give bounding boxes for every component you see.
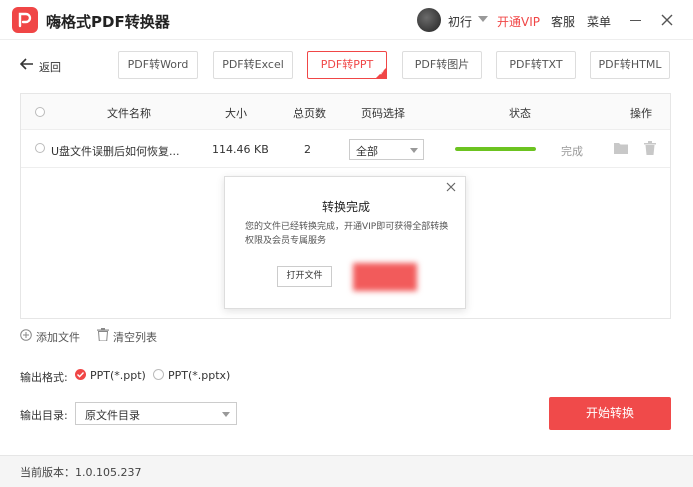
format-pptx-radio[interactable] xyxy=(153,369,164,380)
folder-icon[interactable] xyxy=(614,142,628,154)
clear-list-button[interactable]: 清空列表 xyxy=(113,329,157,345)
column-header-size: 大小 xyxy=(225,107,247,120)
format-ppt-label[interactable]: PPT(*.ppt) xyxy=(90,369,146,382)
open-vip-link[interactable]: 开通VIP xyxy=(497,13,540,30)
status-bar: 当前版本：1.0.105.237 xyxy=(0,455,693,487)
dialog-title: 转换完成 xyxy=(321,200,370,214)
check-icon xyxy=(77,372,85,378)
tab-pdf-to-word[interactable]: PDF转Word xyxy=(118,51,198,79)
trash-icon[interactable] xyxy=(644,141,656,155)
title-bar: 嗨格式PDF转换器 初行 开通VIP 客服 菜单 xyxy=(0,0,693,40)
column-header-pages: 总页数 xyxy=(293,107,326,120)
status-text: 完成 xyxy=(561,145,583,158)
back-arrow-icon[interactable] xyxy=(20,58,34,70)
table-row: U盘文件误删后如何恢复... 114.46 KB 2 全部 完成 xyxy=(21,130,670,168)
chevron-down-icon xyxy=(222,412,230,417)
redacted-button[interactable] xyxy=(353,263,417,291)
tab-pdf-to-image[interactable]: PDF转图片 xyxy=(402,51,482,79)
page-count: 2 xyxy=(304,143,311,156)
conversion-complete-dialog: 转换完成 您的文件已经转换完成，开通VIP即可获得全部转换权限及会员专属服务 打… xyxy=(224,176,466,309)
file-name: U盘文件误删后如何恢复... xyxy=(51,145,180,158)
column-header-status: 状态 xyxy=(509,107,531,120)
close-icon[interactable] xyxy=(660,13,674,27)
column-header-page-select: 页码选择 xyxy=(361,107,405,120)
app-title: 嗨格式PDF转换器 xyxy=(46,13,170,31)
add-circle-icon[interactable] xyxy=(20,329,32,341)
open-file-button[interactable]: 打开文件 xyxy=(277,266,332,287)
file-size: 114.46 KB xyxy=(212,143,269,156)
column-header-name: 文件名称 xyxy=(107,107,151,120)
app-logo-icon xyxy=(12,7,38,33)
tab-pdf-to-html[interactable]: PDF转HTML xyxy=(590,51,670,79)
avatar[interactable] xyxy=(417,8,441,32)
progress-bar xyxy=(455,147,536,151)
select-all-radio[interactable] xyxy=(35,107,45,117)
dialog-message: 您的文件已经转换完成，开通VIP即可获得全部转换权限及会员专属服务 xyxy=(245,222,449,246)
page-select-dropdown[interactable]: 全部 xyxy=(349,139,424,160)
table-header: 文件名称 大小 总页数 页码选择 状态 操作 xyxy=(21,94,670,130)
page-select-value: 全部 xyxy=(356,145,378,158)
chevron-down-icon[interactable] xyxy=(478,16,488,22)
format-pptx-label[interactable]: PPT(*.pptx) xyxy=(168,369,230,382)
check-icon: ✓ xyxy=(379,69,385,77)
tab-pdf-to-ppt[interactable]: PDF转PPT ✓ xyxy=(307,51,387,79)
customer-service-link[interactable]: 客服 xyxy=(551,13,575,30)
output-format-label: 输出格式: xyxy=(20,371,68,384)
version-text: 当前版本：1.0.105.237 xyxy=(20,466,142,479)
tab-label: PDF转PPT xyxy=(320,58,374,71)
trash-icon[interactable] xyxy=(97,328,109,341)
user-name[interactable]: 初行 xyxy=(448,13,472,30)
format-ppt-radio[interactable] xyxy=(75,369,86,380)
column-header-actions: 操作 xyxy=(630,107,652,120)
add-file-button[interactable]: 添加文件 xyxy=(36,329,80,345)
menu-link[interactable]: 菜单 xyxy=(587,13,611,30)
chevron-down-icon xyxy=(410,148,418,153)
row-select-radio[interactable] xyxy=(35,143,45,153)
minimize-icon[interactable] xyxy=(630,20,641,21)
output-dir-dropdown[interactable]: 原文件目录 xyxy=(75,402,237,425)
back-link[interactable]: 返回 xyxy=(39,59,61,75)
tab-pdf-to-excel[interactable]: PDF转Excel xyxy=(213,51,293,79)
start-convert-button[interactable]: 开始转换 xyxy=(549,397,671,430)
output-dir-value: 原文件目录 xyxy=(85,409,140,422)
output-dir-label: 输出目录: xyxy=(20,409,68,422)
progress-fill xyxy=(455,147,536,151)
tab-pdf-to-txt[interactable]: PDF转TXT xyxy=(496,51,576,79)
close-icon[interactable] xyxy=(446,182,456,192)
